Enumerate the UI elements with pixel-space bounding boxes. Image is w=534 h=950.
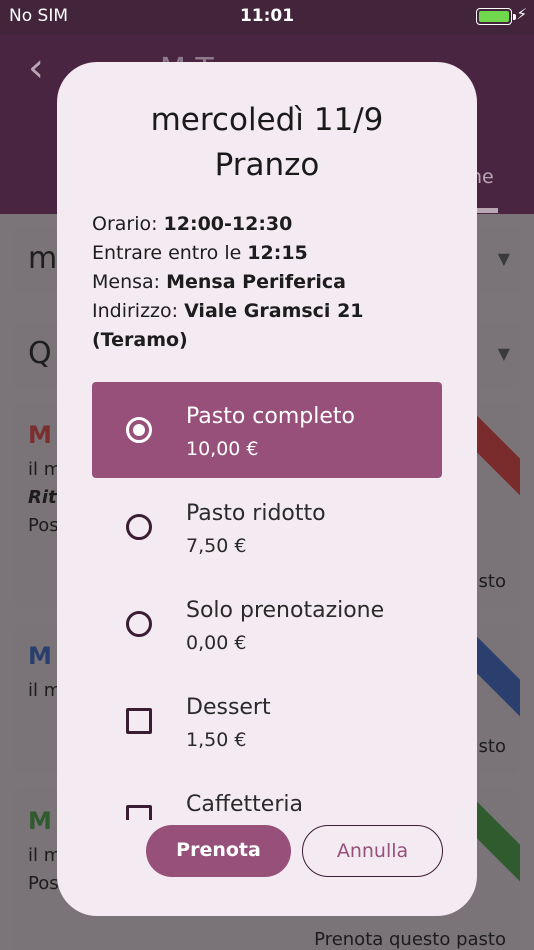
- dropdown-arrow-icon: ▼: [497, 344, 510, 363]
- dialog-title: mercoledì 11/9 Pranzo: [57, 98, 477, 188]
- entrare-value: 12:15: [247, 242, 308, 264]
- filter-value-1: m: [28, 241, 58, 276]
- option-name: Pasto completo: [186, 404, 355, 429]
- option-name: Dessert: [186, 695, 271, 720]
- card-line: Rit: [28, 487, 57, 508]
- battery-level: [479, 11, 509, 22]
- option-name: Solo prenotazione: [186, 598, 385, 623]
- orario-value: 12:00-12:30: [163, 213, 293, 235]
- info-orario: Orario: 12:00-12:30: [92, 213, 293, 235]
- info-entrare: Entrare entro le 12:15: [92, 242, 308, 264]
- battery-icon: [476, 8, 516, 25]
- clock: 11:01: [239, 6, 295, 26]
- card-caption: M: [28, 421, 52, 449]
- dialog-date: mercoledì 11/9: [150, 102, 384, 138]
- card-line: Pos: [28, 873, 59, 894]
- option-price: 10,00 €: [186, 438, 259, 460]
- prenota-button[interactable]: Prenota: [146, 825, 291, 877]
- option-price: 1,50 €: [186, 729, 247, 751]
- option-solo-prenotazione[interactable]: Solo prenotazione 0,00 €: [92, 576, 442, 672]
- annulla-button[interactable]: Annulla: [302, 825, 443, 877]
- option-pasto-ridotto[interactable]: Pasto ridotto 7,50 €: [92, 479, 442, 575]
- checkbox-icon[interactable]: [126, 805, 152, 820]
- card-action[interactable]: Prenota questo pasto: [314, 929, 506, 950]
- meal-info: Orario: 12:00-12:30 Entrare entro le 12:15…: [92, 210, 452, 355]
- charging-bolt-icon: ⚡: [516, 5, 527, 23]
- card-line: Pos: [28, 515, 59, 536]
- back-chevron-icon[interactable]: ‹: [28, 48, 44, 88]
- option-dessert[interactable]: Dessert 1,50 €: [92, 673, 442, 769]
- info-mensa: Mensa: Mensa Periferica: [92, 271, 346, 293]
- meal-options-list[interactable]: Pasto completo 10,00 € Pasto ridotto 7,5…: [92, 382, 442, 820]
- option-name: Pasto ridotto: [186, 501, 326, 526]
- radio-icon[interactable]: [126, 514, 152, 540]
- status-bar: No SIM 11:01 ⚡: [0, 0, 534, 34]
- booking-dialog: mercoledì 11/9 Pranzo Orario: 12:00-12:30…: [57, 62, 477, 916]
- dropdown-arrow-icon: ▼: [497, 249, 510, 268]
- option-price: 0,00 €: [186, 632, 247, 654]
- dialog-meal: Pranzo: [214, 147, 320, 183]
- card-caption: M: [28, 642, 52, 670]
- option-caffetteria[interactable]: Caffetteria: [92, 770, 442, 820]
- checkbox-icon[interactable]: [126, 708, 152, 734]
- radio-selected-icon[interactable]: [126, 417, 152, 443]
- card-action[interactable]: sto: [479, 571, 506, 592]
- option-name: Caffetteria: [186, 792, 303, 817]
- option-price: 7,50 €: [186, 535, 247, 557]
- card-action[interactable]: sto: [479, 736, 506, 757]
- info-indirizzo: Indirizzo: Viale Gramsci 21 (Teramo): [92, 300, 364, 351]
- option-pasto-completo[interactable]: Pasto completo 10,00 €: [92, 382, 442, 478]
- card-caption: M: [28, 807, 52, 835]
- mensa-value: Mensa Periferica: [166, 271, 346, 293]
- radio-icon[interactable]: [126, 611, 152, 637]
- filter-value-2: Q: [28, 336, 52, 371]
